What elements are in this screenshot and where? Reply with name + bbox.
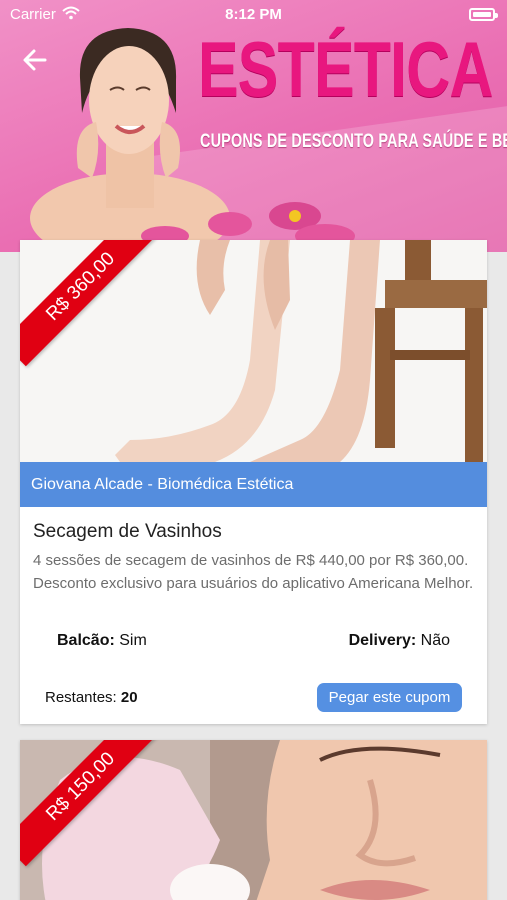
back-arrow-icon — [23, 49, 47, 71]
remaining-count: Restantes: 20 — [45, 689, 138, 706]
status-time: 8:12 PM — [225, 6, 282, 23]
counter-label: Balcão: — [57, 632, 115, 649]
coupon-card[interactable]: R$ 360,00 Giovana Alcade - Biomédica Est… — [20, 240, 487, 724]
back-button[interactable] — [18, 44, 52, 76]
coupon-image: R$ 150,00 — [20, 740, 487, 900]
delivery-availability: Delivery: Não — [349, 632, 450, 650]
availability-row: Balcão: Sim Delivery: Não — [20, 632, 487, 656]
battery-icon — [469, 8, 498, 21]
price-tag: R$ 150,00 — [20, 740, 160, 867]
counter-value: Sim — [119, 632, 147, 649]
header-banner: Carrier 8:12 PM ESTÉTICA CUPONS DE DESCO… — [0, 0, 507, 252]
get-coupon-button[interactable]: Pegar este cupom — [317, 683, 462, 712]
price-tag: R$ 360,00 — [20, 240, 160, 367]
coupon-image: R$ 360,00 — [20, 240, 487, 462]
remaining-label: Restantes: — [45, 689, 117, 706]
price-ribbon: R$ 360,00 — [20, 240, 160, 380]
provider-name: Giovana Alcade - Biomédica Estética — [20, 462, 487, 507]
banner-title: ESTÉTICA — [198, 25, 493, 113]
delivery-label: Delivery: — [348, 632, 417, 649]
remaining-value: 20 — [120, 689, 138, 706]
banner-subtitle: CUPONS DE DESCONTO PARA SAÚDE E BELEZA — [200, 131, 507, 152]
coupon-footer: Restantes: 20 Pegar este cupom — [20, 683, 487, 713]
coupon-card[interactable]: R$ 150,00 — [20, 740, 487, 900]
coupon-description: 4 sessões de secagem de vasinhos de R$ 4… — [33, 552, 474, 592]
coupon-title: Secagem de Vasinhos — [33, 521, 222, 542]
delivery-value: Não — [420, 632, 450, 649]
price-ribbon: R$ 150,00 — [20, 740, 160, 880]
counter-availability: Balcão: Sim — [57, 632, 147, 650]
